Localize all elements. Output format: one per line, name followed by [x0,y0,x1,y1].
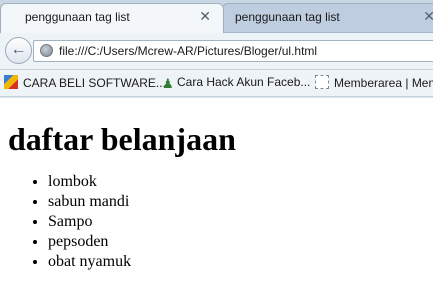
browser-chrome: penggunaan tag list ✕ penggunaan tag lis… [0,0,433,98]
tab-title: penggunaan tag list [235,10,340,24]
tab-title: penggunaan tag list [25,10,130,24]
page-content: daftar belanjaan lombok sabun mandi Samp… [8,98,236,272]
tab-strip: penggunaan tag list ✕ penggunaan tag lis… [0,0,433,33]
list-item: lombok [48,172,236,192]
bookmark-item[interactable]: Memberarea | Mem [315,75,433,90]
list-item: pepsoden [48,232,236,252]
list-item: Sampo [48,212,236,232]
bookmark-item[interactable]: ♟ Cara Hack Akun Faceb... [162,75,310,91]
bookmark-item[interactable]: CARA BELI SOFTWARE... [4,75,166,90]
globe-icon [40,44,53,57]
page-heading: daftar belanjaan [8,121,236,157]
person-icon: ♟ [162,76,174,91]
back-arrow-icon: ← [10,41,27,58]
list-item: obat nyamuk [48,252,236,272]
bookmarks-bar: CARA BELI SOFTWARE... ♟ Cara Hack Akun Fa… [0,70,433,97]
close-tab-icon[interactable]: ✕ [199,8,211,25]
bookmark-label: Cara Hack Akun Faceb... [177,75,311,89]
back-button[interactable]: ← [5,37,32,64]
list-item: sabun mandi [48,192,236,212]
address-bar[interactable]: file:///C:/Users/Mcrew-AR/Pictures/Bloge… [33,40,433,62]
close-tab-icon[interactable]: ✕ [423,8,433,25]
bookmark-label: CARA BELI SOFTWARE... [23,76,166,90]
shopping-list: lombok sabun mandi Sampo pepsoden obat n… [8,172,236,272]
tab-active[interactable]: penggunaan tag list ✕ [0,3,224,33]
blank-page-icon [315,75,329,89]
address-text: file:///C:/Users/Mcrew-AR/Pictures/Bloge… [59,44,318,58]
bookmark-label: Memberarea | Mem [334,76,433,90]
tab-inactive[interactable]: penggunaan tag list ✕ [222,3,433,32]
colorful-square-icon [4,75,18,89]
navigation-bar: ← file:///C:/Users/Mcrew-AR/Pictures/Blo… [0,33,433,70]
